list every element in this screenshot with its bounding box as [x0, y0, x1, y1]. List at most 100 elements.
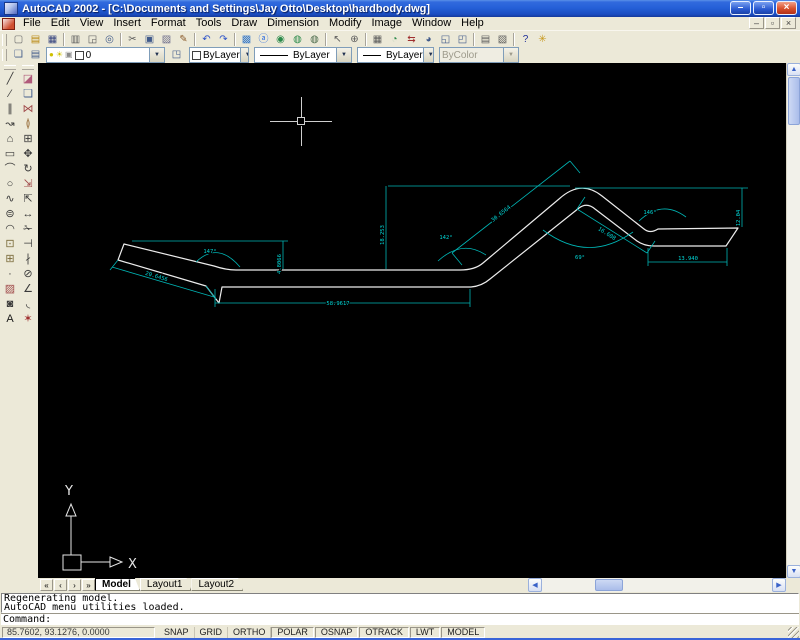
lengthen-button[interactable]: ↔ — [20, 207, 36, 222]
construction-line-button[interactable]: ⁄ — [2, 87, 18, 102]
designcenter-button[interactable]: ▧ — [494, 33, 511, 47]
multiline-text-button[interactable]: A — [2, 312, 18, 327]
help-button[interactable]: ? — [517, 33, 534, 47]
move-button[interactable]: ✥ — [20, 147, 36, 162]
copy-button[interactable]: ▣ — [141, 33, 158, 47]
toolbar-grip[interactable] — [4, 65, 16, 70]
pan-realtime-button[interactable]: ⇆ — [403, 33, 420, 47]
stretch-button[interactable]: ⇱ — [20, 192, 36, 207]
vertical-scrollbar[interactable]: ▲ ▼ — [786, 63, 800, 578]
tab-layout1[interactable]: Layout1 — [140, 578, 192, 591]
lineweight-combo-dropdown-icon[interactable]: ▼ — [422, 48, 433, 62]
close-button[interactable]: × — [776, 1, 797, 15]
save-button[interactable]: ▦ — [44, 33, 61, 47]
title-bar[interactable]: AutoCAD 2002 - [C:\Documents and Setting… — [0, 0, 800, 17]
part-geometry[interactable] — [117, 187, 739, 304]
menu-help[interactable]: Help — [456, 17, 489, 30]
break-button[interactable]: ⊘ — [20, 267, 36, 282]
menu-tools[interactable]: Tools — [191, 17, 227, 30]
layer-combo[interactable]: ● ☀ ▣ 0 ▼ — [46, 47, 165, 63]
status-toggle-polar[interactable]: POLAR — [271, 626, 314, 638]
match-properties-button[interactable]: ✎ — [175, 33, 192, 47]
status-toggle-ortho[interactable]: ORTHO — [228, 626, 272, 638]
linetype-combo[interactable]: ByLayer ▼ — [254, 47, 352, 63]
color-combo[interactable]: ByLayer ▼ — [189, 47, 249, 63]
tab-first-icon[interactable]: « — [40, 579, 53, 591]
zoom-window-button[interactable]: ◱ — [437, 33, 454, 47]
scroll-left-icon[interactable]: ◀ — [528, 578, 542, 592]
etransmit-button[interactable]: ◍ — [306, 33, 323, 47]
break-at-point-button[interactable]: ∤ — [20, 252, 36, 267]
minimize-button[interactable]: – — [730, 1, 751, 15]
explode-button[interactable]: ✶ — [20, 312, 36, 327]
hatch-button[interactable]: ▨ — [2, 282, 18, 297]
child-minimize-button[interactable]: – — [749, 17, 764, 29]
open-button[interactable]: ▤ — [27, 33, 44, 47]
child-restore-button[interactable]: ▫ — [765, 17, 780, 29]
trim-button[interactable]: ✁ — [20, 222, 36, 237]
line-button[interactable]: ╱ — [2, 72, 18, 87]
fillet-button[interactable]: ◟ — [20, 297, 36, 312]
tab-last-icon[interactable]: » — [82, 579, 95, 591]
menu-modify[interactable]: Modify — [324, 17, 366, 30]
menu-edit[interactable]: Edit — [46, 17, 75, 30]
status-toggle-osnap[interactable]: OSNAP — [314, 626, 359, 638]
menu-format[interactable]: Format — [146, 17, 191, 30]
linetype-combo-dropdown-icon[interactable]: ▼ — [336, 48, 351, 62]
model-space-canvas[interactable]: 20.6456 4.8066 58.9617 18.253 30.6564 16… — [38, 63, 786, 578]
menu-draw[interactable]: Draw — [226, 17, 262, 30]
status-toggle-grid[interactable]: GRID — [195, 626, 229, 638]
color-combo-dropdown-icon[interactable]: ▼ — [239, 48, 248, 62]
plot-button[interactable]: ▥ — [67, 33, 84, 47]
undo-button[interactable]: ↶ — [198, 33, 215, 47]
scroll-down-icon[interactable]: ▼ — [787, 565, 800, 578]
command-history[interactable]: Regenerating model. AutoCAD menu utiliti… — [1, 593, 799, 613]
arc-button[interactable]: ⌒ — [2, 162, 18, 177]
array-button[interactable]: ⊞ — [20, 132, 36, 147]
new-button[interactable]: ▢ — [10, 33, 27, 47]
toolbar-grip[interactable] — [22, 65, 34, 70]
lineweight-combo[interactable]: ByLayer ▼ — [357, 47, 434, 63]
properties-button[interactable]: ▤ — [477, 33, 494, 47]
make-block-button[interactable]: ⊞ — [2, 252, 18, 267]
publish-to-web-button[interactable]: ◍ — [289, 33, 306, 47]
paste-button[interactable]: ▨ — [158, 33, 175, 47]
rotate-button[interactable]: ↻ — [20, 162, 36, 177]
command-input[interactable]: Command: — [1, 613, 799, 625]
menu-insert[interactable]: Insert — [108, 17, 146, 30]
document-icon[interactable] — [2, 17, 15, 30]
cut-button[interactable]: ✂ — [124, 33, 141, 47]
drawing-svg[interactable]: 20.6456 4.8066 58.9617 18.253 30.6564 16… — [38, 63, 786, 578]
vertical-scroll-thumb[interactable] — [788, 77, 800, 125]
make-object-layer-current-button[interactable]: ❏ — [10, 48, 27, 62]
tab-prev-icon[interactable]: ‹ — [54, 579, 67, 591]
coordinate-readout[interactable]: 85.7602, 93.1276, 0.0000 — [2, 626, 155, 638]
point-a-button[interactable]: ⓐ — [255, 33, 272, 47]
menu-file[interactable]: File — [18, 17, 46, 30]
dimension-labels[interactable]: 20.6456 4.8066 58.9617 18.253 30.6564 16… — [143, 203, 743, 308]
layer-combo-dropdown-icon[interactable]: ▼ — [149, 48, 164, 62]
polyline-button[interactable]: ↝ — [2, 117, 18, 132]
status-toggle-snap[interactable]: SNAP — [159, 626, 195, 638]
today-button[interactable]: ▩ — [238, 33, 255, 47]
ellipse-button[interactable]: ⊜ — [2, 207, 18, 222]
horizontal-scrollbar[interactable]: ◀ ▶ — [528, 578, 786, 592]
active-assistance-button[interactable]: ✳ — [534, 33, 551, 47]
redo-button[interactable]: ↷ — [215, 33, 232, 47]
mirror-button[interactable]: ⋈ — [20, 102, 36, 117]
toolbar-grip[interactable] — [2, 33, 7, 46]
offset-button[interactable]: ≬ — [20, 117, 36, 132]
status-toggle-lwt[interactable]: LWT — [409, 626, 441, 638]
horizontal-scroll-thumb[interactable] — [595, 579, 623, 591]
child-close-button[interactable]: × — [781, 17, 796, 29]
meet-now-button[interactable]: ◉ — [272, 33, 289, 47]
extend-button[interactable]: ⊣ — [20, 237, 36, 252]
menu-image[interactable]: Image — [366, 17, 407, 30]
app-icon[interactable] — [4, 2, 18, 15]
zoom-previous-button[interactable]: ◰ — [454, 33, 471, 47]
find-button[interactable]: ◎ — [101, 33, 118, 47]
layer-previous-button[interactable]: ◳ — [168, 48, 185, 62]
resize-grip[interactable] — [788, 627, 799, 638]
dimension-lines[interactable] — [109, 160, 748, 307]
temporary-track-point-button[interactable]: ↖ — [329, 33, 346, 47]
